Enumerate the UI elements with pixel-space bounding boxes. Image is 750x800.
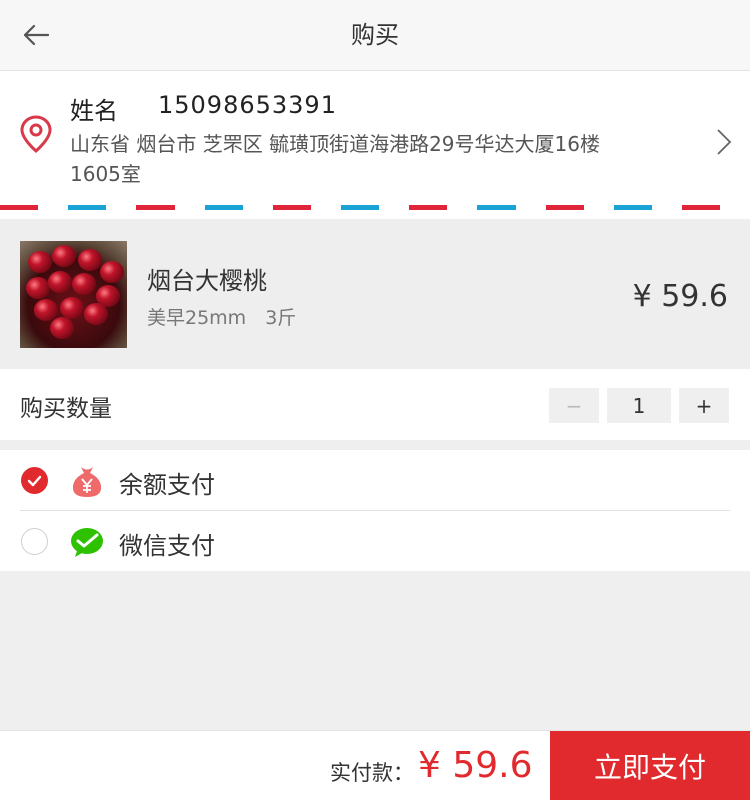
payment-methods: 余额支付 微信支付 [0, 450, 750, 571]
pay-now-button[interactable]: 立即支付 [550, 731, 750, 800]
payment-label-wechat: 微信支付 [119, 532, 215, 560]
stripe-segment [681, 205, 721, 210]
address-stripe [0, 205, 750, 210]
decrease-quantity-button[interactable]: − [549, 388, 599, 423]
checkout-bar: 实付款： ¥ 59.6 立即支付 [0, 730, 750, 800]
total-amount: ¥ 59.6 [418, 745, 533, 786]
stripe-segment [340, 205, 380, 210]
money-bag-icon [72, 467, 102, 497]
stripe-segment [136, 205, 175, 210]
stripe-segment [272, 205, 311, 210]
stripe-segment [68, 205, 107, 210]
payment-option-balance[interactable]: 余额支付 [0, 450, 750, 511]
stripe-segment [545, 205, 584, 210]
increase-quantity-button[interactable]: + [679, 388, 729, 423]
radio-unselected-icon[interactable] [21, 528, 48, 555]
total-label: 实付款： [330, 761, 414, 785]
product-card: 烟台大樱桃 美早25mm 3斤 ¥ 59.6 [0, 219, 750, 369]
product-image [20, 241, 127, 348]
product-spec: 美早25mm 3斤 [147, 307, 297, 329]
product-name: 烟台大樱桃 [147, 267, 267, 295]
product-price: ¥ 59.6 [632, 279, 728, 314]
quantity-value[interactable]: 1 [607, 388, 671, 423]
address-text: 山东省 烟台市 芝罘区 毓璜顶街道海港路29号华达大厦16楼1605室 [70, 132, 600, 186]
stripe-segment [409, 205, 448, 210]
stripe-segment [613, 205, 652, 210]
stripe-segment [0, 205, 39, 210]
recipient-name: 姓名 [70, 97, 118, 125]
header-bar: 购买 [0, 0, 750, 71]
payment-option-wechat[interactable]: 微信支付 [0, 511, 750, 571]
wechat-icon [71, 528, 103, 557]
chevron-right-icon [717, 129, 732, 155]
radio-selected-icon[interactable] [21, 467, 48, 494]
shipping-address-card[interactable]: 姓名 15098653391 山东省 烟台市 芝罘区 毓璜顶街道海港路29号华达… [0, 71, 750, 219]
stripe-segment [477, 205, 516, 210]
location-pin-icon [20, 115, 52, 153]
quantity-row: 购买数量 − 1 + [0, 369, 750, 440]
quantity-label: 购买数量 [20, 396, 112, 422]
page-title: 购买 [351, 21, 399, 49]
recipient-phone: 15098653391 [158, 91, 337, 119]
payment-label-balance: 余额支付 [119, 471, 215, 499]
stripe-segment [204, 205, 243, 210]
